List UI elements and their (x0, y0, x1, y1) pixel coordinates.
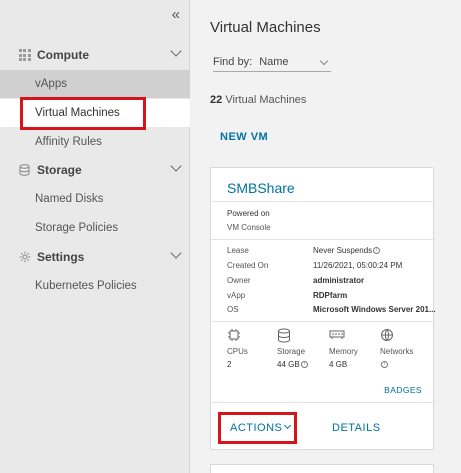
sidebar-item-vapps[interactable]: vApps (0, 70, 190, 98)
vm-console-link[interactable]: VM Console (227, 223, 271, 232)
metric-value: 2 (227, 360, 232, 369)
field-value-owner: administrator (313, 276, 365, 285)
sidebar-group-settings[interactable]: Settings (0, 244, 190, 270)
metric-memory: Memory 4 GB (329, 328, 379, 369)
sidebar-group-compute[interactable]: Compute (0, 42, 190, 68)
metric-value: 4 GB (329, 360, 348, 369)
info-icon[interactable]: i (300, 361, 308, 369)
divider (211, 321, 433, 322)
vm-name-link[interactable]: SMBShare (227, 180, 295, 196)
new-vm-button[interactable]: NEW VM (220, 131, 268, 143)
divider (211, 239, 433, 240)
metric-cpus: CPUs 2 (227, 328, 277, 369)
metric-label: Memory (329, 347, 358, 356)
vm-card-next (210, 464, 434, 473)
sidebar-item-storage-policies[interactable]: Storage Policies (0, 214, 190, 242)
main-content: Virtual Machines Find by: Name 22 Virtua… (191, 0, 461, 473)
field-value-created-on: 11/26/2021, 05:00:24 PM (313, 261, 403, 270)
metric-value: 44 GB (277, 360, 300, 369)
network-icon (380, 328, 430, 344)
sidebar: « Compute vApps Virtual Machines Affinit… (0, 0, 190, 473)
vm-card: SMBShare Powered on VM Console Lease Nev… (210, 167, 436, 450)
badges-link[interactable]: BADGES (384, 385, 422, 395)
info-icon[interactable]: i (381, 361, 388, 369)
gear-icon (18, 251, 31, 264)
chevron-down-icon[interactable] (170, 247, 182, 259)
metric-networks: Networks i (380, 328, 430, 369)
sidebar-item-kubernetes-policies[interactable]: Kubernetes Policies (0, 272, 190, 300)
divider (211, 201, 433, 202)
chevron-down-icon (319, 56, 329, 66)
vm-count: 22 Virtual Machines (210, 94, 306, 106)
field-key: Lease (227, 246, 249, 255)
sidebar-group-label: Storage (37, 163, 82, 177)
chevron-down-icon[interactable] (170, 160, 182, 172)
sidebar-item-affinity-rules[interactable]: Affinity Rules (0, 128, 190, 156)
field-key: Owner (227, 276, 251, 285)
field-key: Created On (227, 261, 269, 270)
field-key: vApp (227, 291, 246, 300)
sidebar-group-storage[interactable]: Storage (0, 157, 190, 183)
info-icon[interactable]: i (373, 247, 381, 255)
metric-label: CPUs (227, 347, 248, 356)
find-by-select[interactable]: Find by: Name (213, 56, 331, 72)
page-title: Virtual Machines (210, 19, 321, 36)
metric-value-wrap: i (380, 360, 430, 369)
actions-label: ACTIONS (230, 422, 283, 434)
actions-button[interactable]: ACTIONS (230, 421, 292, 434)
details-button[interactable]: DETAILS (332, 422, 381, 434)
database-icon (18, 164, 31, 177)
chevron-down-icon[interactable] (170, 45, 182, 57)
chevron-down-icon (284, 421, 292, 430)
find-by-label: Find by: (213, 56, 253, 68)
divider (211, 402, 433, 403)
field-value-lease: Never Suspends i (313, 246, 381, 255)
sidebar-group-label: Compute (37, 48, 89, 62)
sidebar-item-named-disks[interactable]: Named Disks (0, 185, 190, 213)
sidebar-group-label: Settings (37, 250, 85, 264)
metric-label: Networks (380, 347, 414, 356)
memory-icon (329, 328, 379, 344)
metric-storage: Storage 44 GB i (277, 328, 327, 369)
vm-count-number: 22 (210, 94, 223, 106)
power-state: Powered on (227, 209, 270, 218)
find-by-value: Name (259, 56, 289, 68)
storage-icon (277, 328, 327, 344)
field-value-vapp: RDPfarm (313, 291, 348, 300)
cpu-icon (227, 328, 277, 344)
metric-value-wrap: 44 GB i (277, 360, 327, 369)
vm-count-text: Virtual Machines (225, 94, 307, 106)
metric-label: Storage (277, 347, 306, 356)
field-value-os: Microsoft Windows Server 201... (313, 305, 436, 314)
grid-dots-icon (18, 49, 31, 62)
collapse-sidebar-icon[interactable]: « (172, 6, 180, 23)
field-key: OS (227, 305, 239, 314)
lease-value: Never Suspends (313, 246, 373, 255)
sidebar-item-virtual-machines[interactable]: Virtual Machines (0, 99, 190, 127)
